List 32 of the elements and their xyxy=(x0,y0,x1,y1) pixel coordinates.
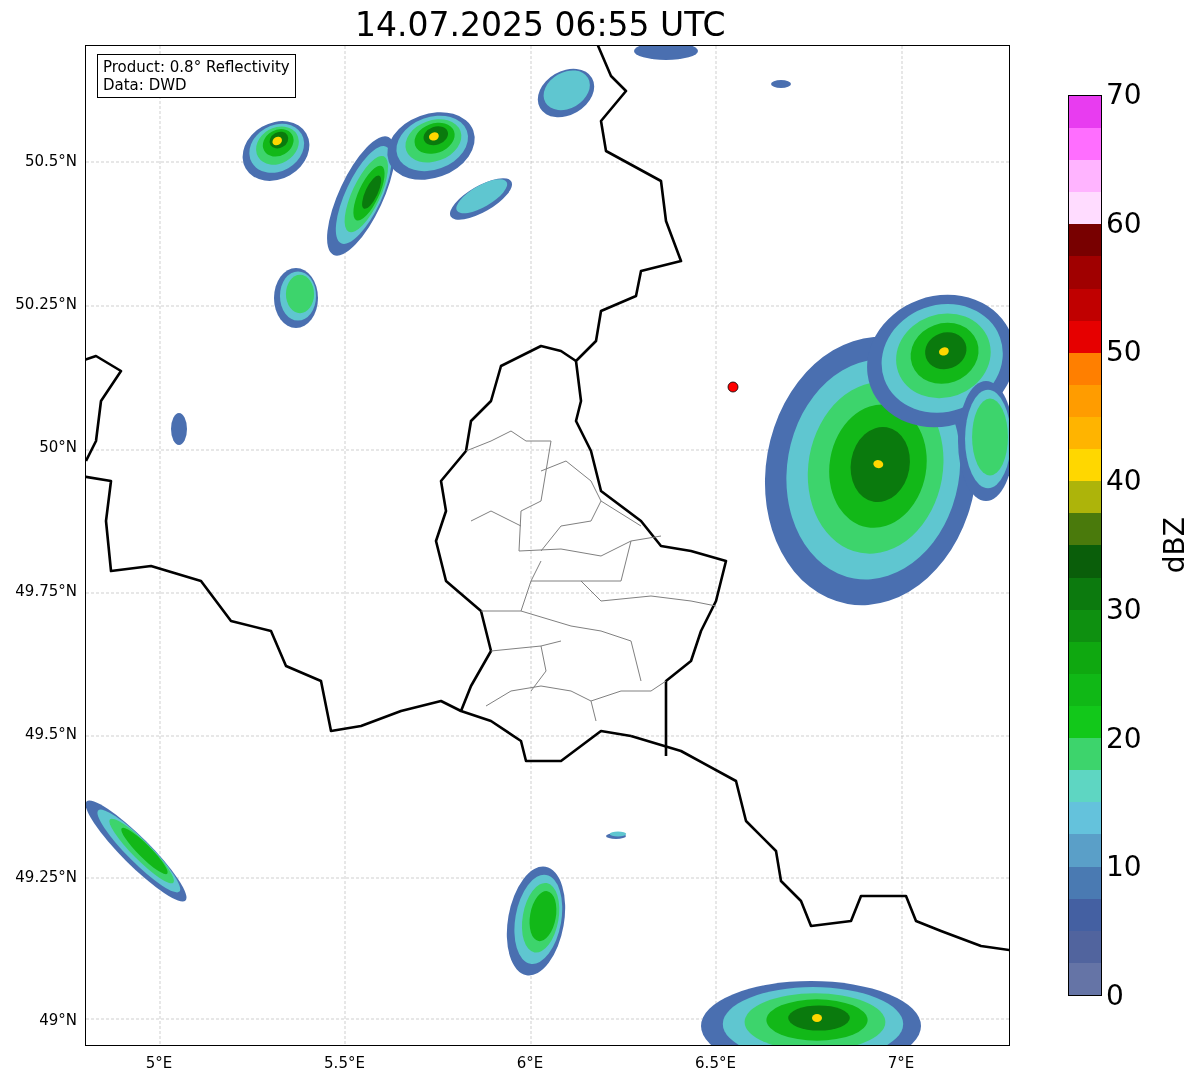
longitude-label: 6°E xyxy=(516,1054,544,1072)
colorbar-tick-label: 0 xyxy=(1106,982,1124,1010)
info-text: Product: 0.8° Reflectivity xyxy=(103,58,290,76)
latitude-label: 49.25°N xyxy=(15,868,77,886)
colorbar-label: dBZ xyxy=(1158,517,1191,574)
longitude-label: 6.5°E xyxy=(695,1054,736,1072)
longitude-label: 5.5°E xyxy=(324,1054,365,1072)
info-text: Data: DWD xyxy=(103,76,188,94)
latitude-label: 49.75°N xyxy=(15,581,77,600)
colorbar-tick-label: 20 xyxy=(1106,724,1142,753)
radar-echo xyxy=(606,831,627,839)
radar-echo xyxy=(771,80,791,88)
radar-echo xyxy=(634,46,698,60)
longitude-label: 7°E xyxy=(887,1054,915,1072)
colorbar-tick-label: 40 xyxy=(1106,467,1142,496)
latitude-label: 49.5°N xyxy=(24,724,77,743)
chart-title: 14.07.2025 06:55 UTC xyxy=(355,4,726,45)
colorbar-tick-label: 60 xyxy=(1106,209,1142,238)
colorbar-tick-label: 50 xyxy=(1106,338,1142,367)
latitude-label: 50.25°N xyxy=(15,295,77,314)
colorbar-tick-label: 70 xyxy=(1106,81,1142,109)
longitude-label: 5°E xyxy=(145,1054,173,1072)
radar-echo xyxy=(537,68,595,118)
location-marker xyxy=(727,381,739,393)
colorbar-tick-label: 30 xyxy=(1106,595,1142,624)
radar-echo xyxy=(242,121,310,181)
latitude-label: 49°N xyxy=(39,1011,77,1030)
latitude-label: 50.5°N xyxy=(24,152,77,170)
radar-echo xyxy=(274,268,318,328)
colorbar-tick-label: 10 xyxy=(1106,853,1142,882)
latitude-label: 50°N xyxy=(39,438,77,457)
radar-echo xyxy=(171,413,187,445)
